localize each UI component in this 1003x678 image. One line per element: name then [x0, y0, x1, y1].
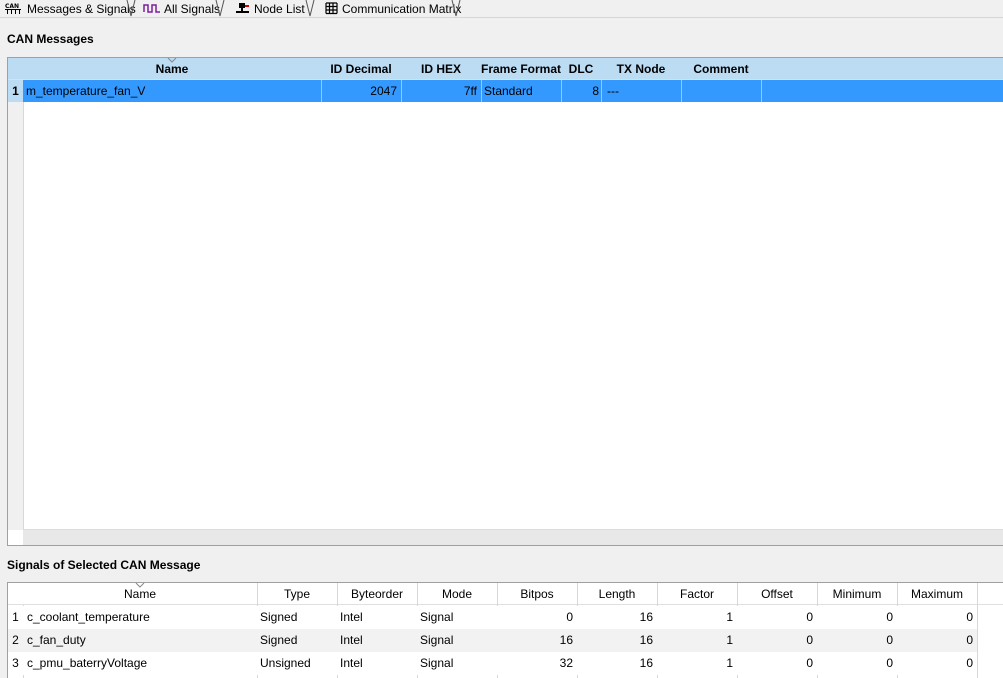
signal-name-cell[interactable]: c_pmu_baterryVoltage	[27, 652, 255, 674]
offset-cell[interactable]: 0	[737, 652, 817, 674]
length-cell[interactable]: 16	[577, 629, 657, 651]
bitpos-cell[interactable]: 32	[497, 652, 577, 674]
table-row[interactable]: 1 c_coolant_temperature Signed Intel Sig…	[8, 606, 977, 630]
bitpos-cell[interactable]: 0	[497, 606, 577, 628]
row-number: 1	[8, 80, 23, 102]
maximum-cell[interactable]: 0	[897, 606, 977, 628]
maximum-cell[interactable]: 0	[897, 629, 977, 651]
sort-indicator-icon	[167, 58, 177, 63]
type-cell[interactable]: Unsigned	[260, 652, 336, 674]
dlc-cell[interactable]: 8	[561, 80, 601, 102]
tab-label: All Signals	[164, 1, 221, 16]
tab-all-signals[interactable]: All Signals	[143, 0, 220, 17]
column-header-id-hex[interactable]: ID HEX	[401, 58, 481, 79]
signals-table[interactable]: Name Type Byteorder Mode Bitpos Length F…	[7, 582, 1003, 678]
tab-label: Communication Matrix	[342, 1, 462, 16]
length-cell[interactable]: 16	[577, 652, 657, 674]
byteorder-cell[interactable]: Intel	[340, 606, 416, 628]
signal-name-cell[interactable]: c_fan_duty	[27, 629, 255, 651]
column-header-type[interactable]: Type	[257, 583, 337, 604]
tab-messages-signals[interactable]: CAN Messages & Signals	[4, 0, 136, 17]
sort-indicator-icon	[135, 583, 145, 588]
byteorder-cell[interactable]: Intel	[340, 652, 416, 674]
mode-cell[interactable]: Signal	[420, 652, 496, 674]
column-header-byteorder[interactable]: Byteorder	[337, 583, 417, 604]
tab-separator	[215, 0, 225, 17]
tab-separator	[451, 0, 461, 17]
mode-cell[interactable]: Signal	[420, 606, 496, 628]
factor-cell[interactable]: 1	[657, 652, 737, 674]
minimum-cell[interactable]: 0	[817, 652, 897, 674]
offset-cell[interactable]: 0	[737, 629, 817, 651]
mode-cell[interactable]: Signal	[420, 629, 496, 651]
row-number: 3	[12, 656, 19, 670]
column-header-tx-node[interactable]: TX Node	[601, 58, 681, 79]
message-name-cell[interactable]: m_temperature_fan_V	[25, 80, 319, 102]
maximum-cell[interactable]: 0	[897, 652, 977, 674]
column-header-bitpos[interactable]: Bitpos	[497, 583, 577, 604]
tab-label: Messages & Signals	[27, 1, 136, 16]
grid-matrix-icon	[325, 2, 338, 15]
signal-wave-icon	[143, 4, 160, 13]
offset-cell[interactable]: 0	[737, 606, 817, 628]
signals-title: Signals of Selected CAN Message	[7, 558, 201, 572]
tab-label: Node List	[254, 1, 305, 16]
can-bus-icon: CAN	[5, 3, 21, 14]
column-header-comment[interactable]: Comment	[681, 58, 761, 79]
factor-cell[interactable]: 1	[657, 629, 737, 651]
row-number: 1	[12, 610, 19, 624]
type-cell[interactable]: Signed	[260, 629, 336, 651]
type-cell[interactable]: Signed	[260, 606, 336, 628]
length-cell[interactable]: 16	[577, 606, 657, 628]
column-header-minimum[interactable]: Minimum	[817, 583, 897, 604]
table-header: Name ID Decimal ID HEX Frame Format DLC …	[8, 58, 1003, 80]
table-row[interactable]: 1 m_temperature_fan_V 2047 7ff Standard …	[8, 80, 1003, 102]
column-header-mode[interactable]: Mode	[417, 583, 497, 604]
svg-text:CAN: CAN	[5, 3, 19, 10]
tx-node-cell[interactable]: ---	[601, 80, 681, 102]
comment-cell[interactable]	[681, 80, 761, 102]
tab-separator	[126, 0, 136, 17]
table-row[interactable]: 3 c_pmu_baterryVoltage Unsigned Intel Si…	[8, 652, 977, 675]
column-header-offset[interactable]: Offset	[737, 583, 817, 604]
column-header-maximum[interactable]: Maximum	[897, 583, 977, 604]
tab-separator	[305, 0, 315, 17]
tab-node-list[interactable]: Node List	[235, 0, 305, 17]
column-header-length[interactable]: Length	[577, 583, 657, 604]
signal-name-cell[interactable]: c_coolant_temperature	[27, 606, 255, 628]
byteorder-cell[interactable]: Intel	[340, 629, 416, 651]
id-hex-cell[interactable]: 7ff	[401, 80, 481, 102]
tab-bar: CAN Messages & Signals All Signals Node …	[0, 0, 1003, 18]
row-number: 2	[12, 633, 19, 647]
frame-format-cell[interactable]: Standard	[481, 80, 561, 102]
horizontal-scrollbar[interactable]	[23, 529, 1003, 545]
id-decimal-cell[interactable]: 2047	[321, 80, 401, 102]
column-header-frame-format[interactable]: Frame Format	[481, 58, 561, 79]
minimum-cell[interactable]: 0	[817, 629, 897, 651]
can-messages-table[interactable]: Name ID Decimal ID HEX Frame Format DLC …	[7, 57, 1003, 546]
column-header-id-decimal[interactable]: ID Decimal	[321, 58, 401, 79]
column-header-factor[interactable]: Factor	[657, 583, 737, 604]
minimum-cell[interactable]: 0	[817, 606, 897, 628]
column-header-dlc[interactable]: DLC	[561, 58, 601, 79]
can-messages-title: CAN Messages	[7, 32, 94, 46]
table-row[interactable]: 2 c_fan_duty Signed Intel Signal 16 16 1…	[8, 629, 977, 653]
tab-communication-matrix[interactable]: Communication Matrix	[325, 0, 461, 17]
table-header: Name Type Byteorder Mode Bitpos Length F…	[8, 583, 1003, 605]
row-header-gutter	[8, 80, 24, 530]
bitpos-cell[interactable]: 16	[497, 629, 577, 651]
factor-cell[interactable]: 1	[657, 606, 737, 628]
node-network-icon	[236, 3, 249, 13]
